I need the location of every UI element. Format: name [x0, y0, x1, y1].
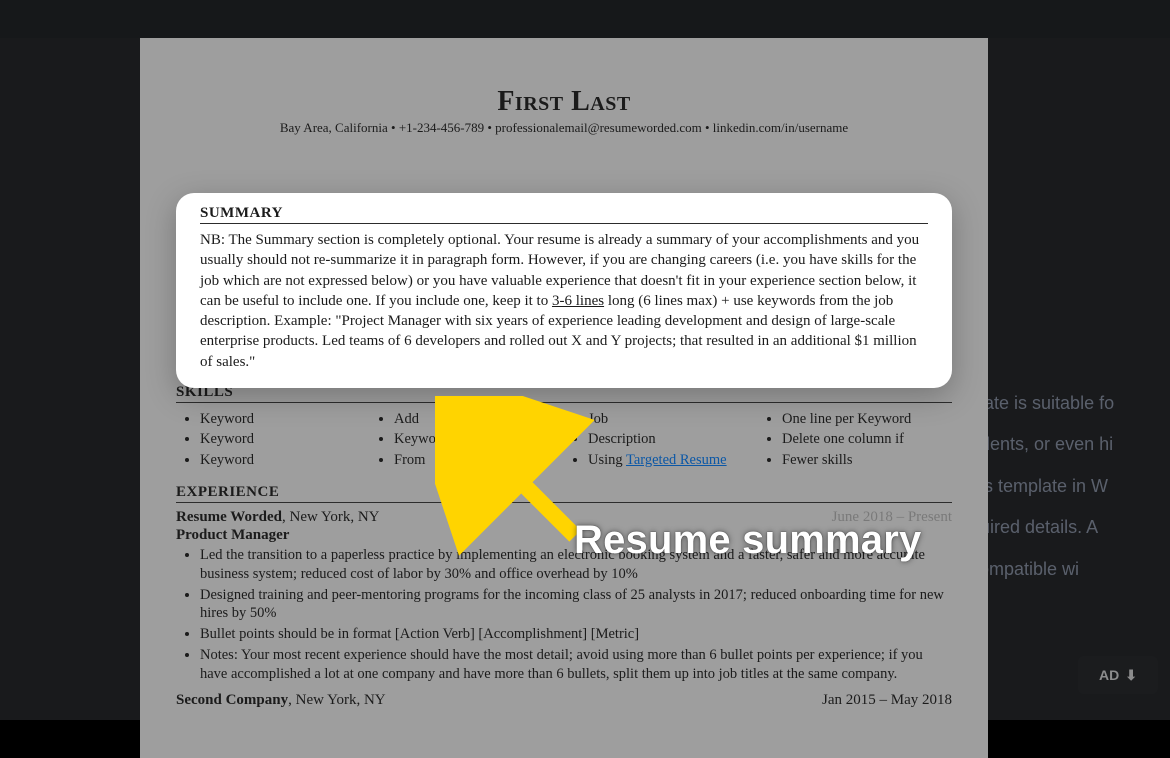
stage: plate is suitable fo udents, or even hi …: [0, 38, 1170, 720]
skill-item: Keywords: [394, 429, 564, 449]
skill-item: Add: [394, 409, 564, 429]
company-location: , New York, NY: [282, 509, 380, 525]
bullet: Bullet points should be in format [Actio…: [200, 625, 952, 644]
summary-emphasis: 3-6 lines: [552, 293, 604, 309]
divider: [176, 402, 952, 403]
app-topbar: [0, 0, 1170, 38]
bg-line: compatible wi: [970, 549, 1170, 590]
resume-page: First Last Bay Area, California • +1-234…: [176, 86, 952, 709]
divider: [200, 223, 928, 224]
job-header: Second Company, New York, NY Jan 2015 – …: [176, 692, 952, 709]
callout-label: Resume summary: [574, 518, 921, 563]
job-date: Jan 2015 – May 2018: [822, 692, 952, 709]
skill-item: Using Targeted Resume: [588, 450, 758, 470]
download-button[interactable]: AD ⬇: [1078, 656, 1158, 694]
company-name: Resume Worded: [176, 509, 282, 525]
skill-item: From: [394, 450, 564, 470]
bullet: Notes: Your most recent experience shoul…: [200, 646, 952, 684]
bg-line: plate is suitable fo: [970, 383, 1170, 424]
bg-line: quired details. A: [970, 507, 1170, 548]
download-icon: ⬇: [1125, 667, 1137, 684]
company-name: Second Company: [176, 692, 288, 708]
background-article-text: plate is suitable fo udents, or even hi …: [970, 383, 1170, 590]
targeted-resume-link[interactable]: Targeted Resume: [626, 452, 727, 468]
skill-item: Keyword: [200, 450, 370, 470]
skill-item: Keyword: [200, 429, 370, 449]
experience-heading: EXPERIENCE: [176, 484, 952, 501]
summary-body: NB: The Summary section is completely op…: [200, 230, 928, 372]
bg-line: udents, or even hi: [970, 424, 1170, 465]
skills-columns: Keyword Keyword Keyword Add Keywords Fro…: [176, 409, 952, 470]
summary-heading: SUMMARY: [200, 205, 928, 222]
job-bullets: Led the transition to a paperless practi…: [176, 546, 952, 684]
resume-name: First Last: [176, 86, 952, 118]
resume-preview-frame: First Last Bay Area, California • +1-234…: [140, 38, 988, 758]
skill-item: Job: [588, 409, 758, 429]
download-label: AD: [1099, 667, 1119, 683]
skill-item: One line per Keyword: [782, 409, 952, 429]
skill-item: Delete one column if: [782, 429, 952, 449]
company-location: , New York, NY: [288, 692, 386, 708]
divider: [176, 502, 952, 503]
bg-line: his template in W: [970, 466, 1170, 507]
skill-item: Keyword: [200, 409, 370, 429]
skill-item: Fewer skills: [782, 450, 952, 470]
resume-contact-line: Bay Area, California • +1-234-456-789 • …: [176, 120, 952, 136]
skill-item: Description: [588, 429, 758, 449]
bullet: Designed training and peer-mentoring pro…: [200, 586, 952, 624]
summary-highlight-card: SUMMARY NB: The Summary section is compl…: [176, 193, 952, 388]
